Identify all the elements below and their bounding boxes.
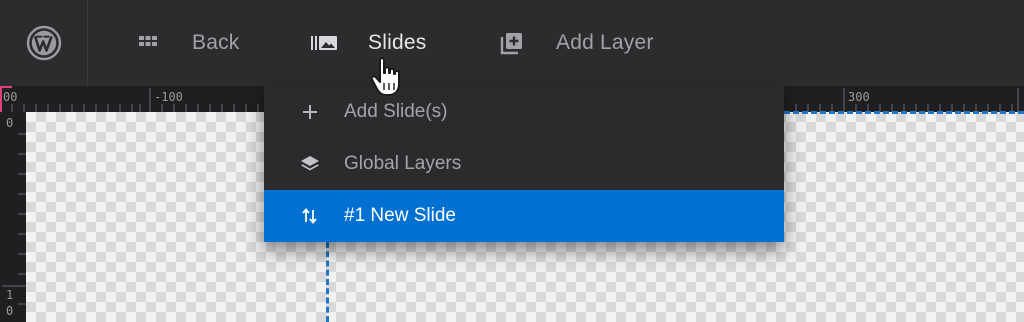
sort-arrows-icon: [302, 208, 317, 224]
add-layer-button[interactable]: Add Layer: [500, 22, 654, 64]
vruler-label-0: 0: [6, 116, 14, 130]
menu-item-global-layers[interactable]: Global Layers: [264, 138, 784, 190]
back-button[interactable]: Back: [138, 22, 240, 64]
slide-boundary-guide-horizontal: [784, 111, 1024, 114]
menu-item-slide-1[interactable]: #1 New Slide: [264, 190, 784, 242]
hand-pointer-cursor: [370, 57, 400, 96]
add-layer-icon: [500, 33, 522, 55]
plus-icon: [303, 105, 317, 119]
back-label: Back: [192, 31, 240, 54]
vruler-label-0b: 0: [6, 304, 14, 318]
slides-gallery-icon: [311, 36, 337, 50]
ruler-label-minus-100: -100: [154, 90, 183, 104]
slides-dropdown-menu: Add Slide(s) Global Layers #1 New Slide: [264, 86, 784, 242]
top-toolbar: Back Slides Add Layer: [0, 0, 1024, 86]
layers-icon: [301, 156, 319, 171]
grid-icon: [139, 36, 157, 46]
slide-boundary-guide-vertical: [326, 242, 329, 322]
menu-item-label: Add Slide(s): [344, 101, 448, 122]
ruler-label-300: 300: [848, 90, 870, 104]
wordpress-home-button[interactable]: [0, 0, 88, 86]
vruler-label-1: 1: [6, 288, 14, 302]
ruler-label-origin: 00: [3, 90, 18, 104]
menu-item-add-slides[interactable]: Add Slide(s): [264, 86, 784, 138]
menu-item-label: Global Layers: [344, 153, 462, 174]
menu-item-label: #1 New Slide: [344, 205, 456, 226]
slides-label: Slides: [368, 31, 427, 54]
wordpress-icon: [26, 25, 62, 61]
vertical-ruler[interactable]: 0 1 0: [0, 112, 26, 322]
add-layer-label: Add Layer: [556, 31, 654, 54]
